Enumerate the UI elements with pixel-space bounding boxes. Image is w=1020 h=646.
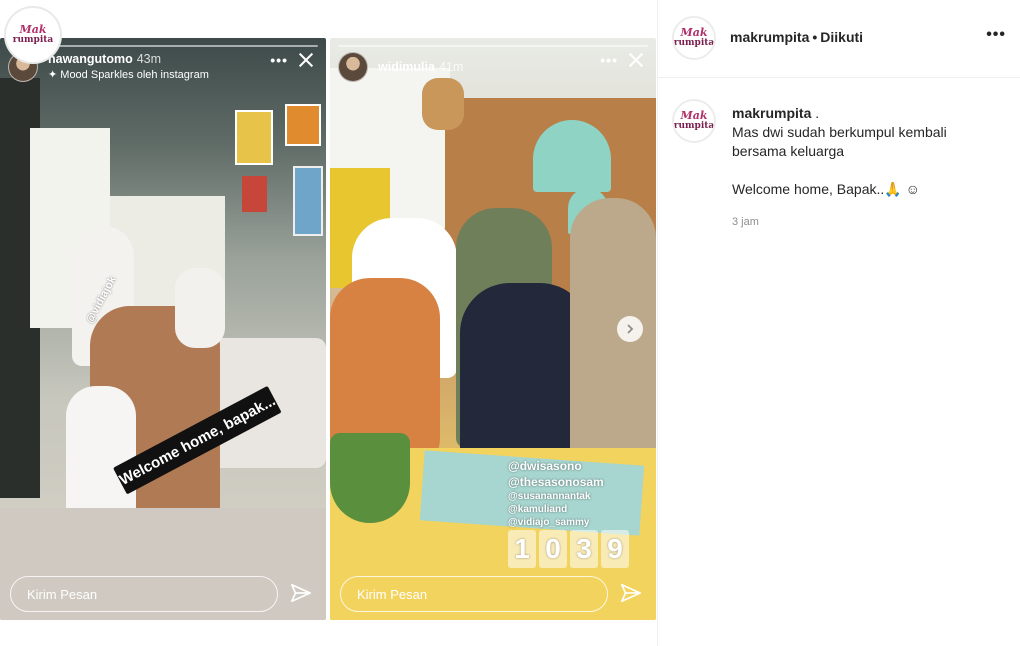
post-caption: makrumpita . Mas dwi sudah berkumpul kem… — [732, 104, 1002, 199]
scene-basket-lamp — [422, 78, 464, 130]
more-horizontal-icon[interactable]: ••• — [600, 52, 618, 68]
more-horizontal-icon[interactable]: ••• — [270, 52, 288, 68]
story-music-label: Mood Sparkles oleh instagram — [60, 69, 209, 81]
clock-digit: 1 — [508, 530, 536, 568]
brand-logo: Mak rumpita — [4, 6, 62, 64]
clock-digit: 3 — [570, 530, 598, 568]
post-header-username[interactable]: makrumpita • Diikuti — [730, 29, 863, 45]
caption-username[interactable]: makrumpita — [732, 105, 811, 121]
post-panel: Mak rumpita makrumpita • Diikuti ••• Mak rum… — [657, 0, 1020, 646]
logo-text-rumpita: rumpita — [12, 35, 54, 45]
send-icon[interactable] — [290, 582, 312, 604]
story-mention[interactable]: @thesasonosam — [508, 475, 604, 489]
avatar[interactable]: Mak rumpita — [672, 16, 716, 60]
story-header: widimulia 41m ••• — [338, 50, 648, 84]
clock-digit: 9 — [601, 530, 629, 568]
caption-line: Mas dwi sudah berkumpul kembali — [732, 124, 947, 140]
header-separator: • — [812, 29, 818, 45]
avatar[interactable]: Mak rumpita — [672, 99, 716, 143]
chevron-right-glyph — [627, 324, 634, 334]
story-music[interactable]: ✦ Mood Sparkles oleh instagram — [48, 68, 209, 81]
reply-input[interactable]: Kirim Pesan — [10, 576, 278, 612]
logo-text-rumpita: rumpita — [673, 38, 715, 48]
story-mention[interactable]: @kamuliand — [508, 504, 567, 515]
story-username-text[interactable]: widimulia — [378, 60, 435, 74]
caption-line: bersama keluarga — [732, 143, 845, 159]
story-username[interactable]: nawangutomo 43m — [48, 52, 161, 66]
close-icon[interactable] — [626, 50, 646, 70]
sparkle-icon: ✦ — [48, 69, 61, 81]
clock-digit: 0 — [539, 530, 567, 568]
send-icon[interactable] — [620, 582, 642, 604]
scene-person-boy — [175, 268, 225, 348]
story-header: nawangutomo 43m ✦ Mood Sparkles oleh inst… — [8, 50, 318, 84]
scene-person-boy — [570, 198, 656, 468]
media-area: Mak rumpita nawangutomo 43m ✦ Mood Sparkle… — [0, 0, 657, 646]
caption-line: Welcome home, Bapak..🙏 ☺ — [732, 181, 920, 197]
post-header: Mak rumpita makrumpita • Diikuti ••• — [658, 0, 1020, 78]
avatar[interactable] — [338, 52, 368, 82]
story-widimulia[interactable]: widimulia 41m ••• @dwisasono @thesasonosa… — [330, 38, 656, 620]
story-username-text[interactable]: nawangutomo — [48, 52, 133, 66]
story-mention[interactable]: @vidiajo_sammy — [508, 517, 589, 528]
scene-painting-2 — [285, 104, 321, 146]
story-time: 43m — [136, 52, 162, 66]
scene-painting-1 — [235, 110, 273, 165]
story-mention[interactable]: @dwisasono — [508, 459, 582, 473]
caption-user-suffix: . — [811, 105, 820, 121]
story-mention[interactable]: @susanannantak — [508, 491, 591, 502]
scene-painting-4 — [293, 166, 323, 236]
scene-lamp-1 — [533, 120, 611, 192]
story-username[interactable]: widimulia 41m — [378, 60, 463, 74]
story-progress-bar — [338, 45, 648, 47]
scene-painting-3 — [242, 176, 267, 212]
post-timestamp[interactable]: 3 jam — [732, 216, 759, 228]
story-nawangutomo[interactable]: nawangutomo 43m ✦ Mood Sparkles oleh inst… — [0, 38, 326, 620]
close-icon[interactable] — [296, 50, 316, 70]
logo-text-rumpita: rumpita — [673, 121, 715, 131]
more-horizontal-icon[interactable]: ••• — [986, 26, 1006, 44]
story-time: 41m — [438, 60, 464, 74]
scene-fruit-bowl — [330, 433, 410, 523]
story-clock-sticker: 1 0 3 9 — [508, 530, 629, 568]
chevron-right-icon[interactable] — [617, 316, 643, 342]
reply-input[interactable]: Kirim Pesan — [340, 576, 608, 612]
post-username[interactable]: makrumpita — [730, 29, 809, 45]
follow-status[interactable]: Diikuti — [820, 29, 863, 45]
